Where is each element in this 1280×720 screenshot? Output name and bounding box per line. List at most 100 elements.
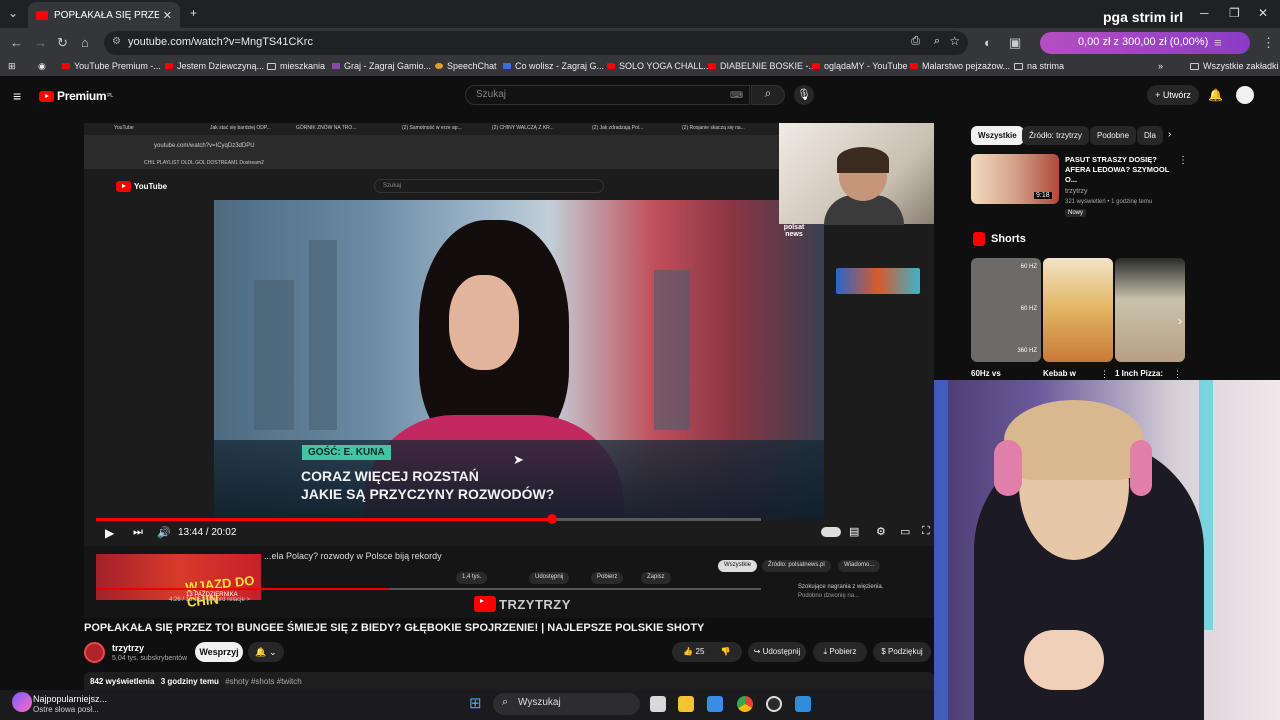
news-widget-title[interactable]: Najpopularniejsz... — [33, 694, 107, 704]
description-box[interactable]: 842 wyświetlenia 3 godziny temu #shoty #… — [84, 672, 934, 692]
voice-search-button[interactable]: 🎙 — [794, 85, 814, 105]
channel-name[interactable]: trzytrzy — [112, 643, 144, 653]
headline-line-2: JAKIE SĄ PRZYCZYNY ROZWODÓW? — [301, 486, 555, 502]
bookmark-4[interactable]: SpeechChat — [435, 61, 497, 71]
channel-avatar[interactable] — [84, 642, 105, 663]
hashtags[interactable]: #shoty #shots #twitch — [225, 677, 301, 686]
bookmark-10[interactable]: na strima — [1014, 61, 1064, 71]
short-thumbnail[interactable] — [1115, 258, 1185, 362]
create-button[interactable]: + Utwórz — [1147, 85, 1199, 105]
captured-related: Szokujące nagrania z więzienia. — [798, 584, 884, 590]
extension-icon-2[interactable]: ▣ — [1009, 35, 1021, 51]
chip-related[interactable]: Podobne — [1090, 126, 1137, 145]
bookmark-0[interactable]: YouTube Premium -... — [62, 61, 161, 71]
progress-bar[interactable] — [96, 514, 761, 524]
thanks-button[interactable]: $ Podziękuj — [873, 642, 931, 662]
subtitles-icon[interactable]: ▤ — [849, 525, 859, 538]
close-tab-icon[interactable]: ✕ — [163, 9, 172, 22]
logo-suffix: PL — [107, 93, 114, 99]
taskbar-search[interactable]: ⌕ Wyszukaj — [493, 693, 640, 715]
watermark-text: TRZYTRZY — [499, 596, 571, 612]
back-icon[interactable]: ← — [10, 35, 23, 50]
volume-icon[interactable]: 🔊 — [157, 526, 171, 539]
account-avatar[interactable] — [1236, 86, 1254, 104]
chips-next-icon[interactable]: › — [1168, 129, 1171, 140]
captured-below-player: WJAZD DO CHIN 13 PAŹDZIERNIKA ...ela Pol… — [84, 546, 934, 618]
home-icon[interactable]: ⌂ — [81, 35, 89, 50]
next-icon[interactable]: ⏭ — [133, 526, 143, 539]
bookmark-star-icon[interactable]: ☆ — [949, 34, 960, 48]
short-thumbnail[interactable]: 60 HZ 60 HZ 360 HZ — [971, 258, 1041, 362]
windows-start-icon[interactable]: ⊞ — [469, 694, 482, 712]
maximize-icon[interactable]: ❐ — [1229, 6, 1240, 20]
chip-for-you[interactable]: Dla — [1137, 126, 1164, 145]
notifications-bell-icon[interactable]: 🔔 — [1208, 88, 1223, 102]
hamburger-menu-icon[interactable]: ≡ — [13, 88, 21, 104]
all-bookmarks[interactable]: Wszystkie zakładki — [1190, 61, 1279, 71]
bookmark-1[interactable]: Jestem Dziewczyną... — [165, 61, 264, 71]
news-widget-icon[interactable] — [12, 692, 32, 712]
search-button[interactable]: ⌕ — [751, 85, 785, 105]
short-options-icon[interactable]: ⋮ — [1100, 369, 1109, 380]
youtube-icon — [910, 63, 918, 69]
chip-source[interactable]: Źródło: trzytrzy — [1022, 126, 1089, 145]
tab-list-icon[interactable]: ≡ — [1214, 35, 1222, 50]
search-input[interactable]: Szukaj ⌨ — [465, 85, 750, 105]
app-icon[interactable] — [795, 696, 811, 712]
autoplay-toggle[interactable] — [821, 527, 841, 537]
short-thumbnail[interactable] — [1043, 258, 1113, 362]
extension-icon[interactable]: ◐ — [984, 35, 992, 50]
fullscreen-icon[interactable]: ⛶ — [922, 525, 930, 538]
install-icon[interactable]: ⎙ — [911, 35, 920, 48]
apps-icon[interactable]: ⊞ — [8, 61, 16, 72]
tab-active[interactable]: POPŁAKAŁA SIĘ PRZEZ TO! BUN ✕ — [28, 2, 180, 28]
recommended-duration: 9:18 — [1034, 192, 1052, 199]
forward-icon[interactable]: → — [34, 35, 47, 50]
tab-search-icon[interactable]: ⌄ — [8, 6, 18, 20]
shorts-next-icon[interactable]: › — [1178, 314, 1182, 328]
bookmark-3[interactable]: Graj - Zagraj Gamio... — [332, 61, 431, 71]
recommended-thumbnail[interactable]: 9:18 — [971, 154, 1059, 204]
bookmark-6[interactable]: SOLO YOGA CHALL... — [607, 61, 711, 71]
minimize-icon[interactable]: ─ — [1200, 6, 1209, 20]
more-bookmarks-icon[interactable]: » — [1158, 61, 1163, 71]
recommended-item[interactable]: PASUT STRASZY DOSIĘ? AFERA LEDOWA? SZYMO… — [1065, 155, 1175, 218]
notification-bell-button[interactable]: 🔔 ⌄ — [248, 642, 284, 662]
store-icon[interactable] — [707, 696, 723, 712]
youtube-logo[interactable]: Premium PL — [39, 89, 113, 103]
short-options-icon[interactable]: ⋮ — [1173, 369, 1182, 380]
bookmark-7[interactable]: DIABELNIE BOSKIE -... — [708, 61, 816, 71]
bookmark-9[interactable]: Malarstwo pejzażow... — [910, 61, 1010, 71]
task-view-icon[interactable] — [650, 696, 666, 712]
obs-icon[interactable] — [766, 696, 782, 712]
play-icon[interactable]: ▶ — [105, 526, 114, 540]
download-button[interactable]: ⤓ Pobierz — [813, 642, 867, 662]
keyboard-icon[interactable]: ⌨ — [730, 90, 743, 101]
support-button[interactable]: Wesprzyj — [195, 642, 243, 662]
video-player[interactable]: YouTube Jak stać się bardziej ODP... GÓR… — [84, 123, 934, 546]
chrome-menu-icon[interactable]: ⋮ — [1262, 35, 1275, 51]
address-bar[interactable]: ⚙ youtube.com/watch?v=MngTS41CKrc ⎙ ⌕ ☆ — [104, 31, 968, 55]
new-tab-icon[interactable]: + — [190, 6, 197, 20]
chip-all[interactable]: Wszystkie — [971, 126, 1024, 145]
folder-icon — [267, 62, 276, 70]
dislike-button[interactable]: 👎 — [721, 647, 731, 656]
share-button[interactable]: ↪ Udostępnij — [748, 642, 806, 662]
theater-mode-icon[interactable]: ▭ — [900, 525, 910, 538]
share-label: Udostępnij — [762, 647, 801, 656]
like-button[interactable]: 👍 25 — [683, 647, 704, 656]
captured-address-bar: youtube.com/watch?v=ICyqDz3dDPU — [84, 135, 779, 157]
close-window-icon[interactable]: ✕ — [1258, 6, 1268, 20]
file-explorer-icon[interactable] — [678, 696, 694, 712]
bookmark-8[interactable]: oglądaMY - YouTube — [812, 61, 908, 71]
reload-icon[interactable]: ↻ — [57, 35, 68, 51]
more-options-icon[interactable]: ⋮ — [1178, 155, 1188, 166]
bookmark-icon-0[interactable]: ◉ — [38, 61, 46, 72]
site-info-icon[interactable]: ⚙ — [112, 36, 121, 47]
mouse-cursor-icon: ➤ — [513, 452, 524, 467]
zoom-icon[interactable]: ⌕ — [934, 35, 940, 48]
chrome-icon[interactable] — [737, 696, 753, 712]
bookmark-5[interactable]: Co wolisz - Zagraj G... — [503, 61, 604, 71]
bookmark-2[interactable]: mieszkania — [267, 61, 325, 71]
settings-gear-icon[interactable]: ⚙ — [876, 525, 886, 538]
